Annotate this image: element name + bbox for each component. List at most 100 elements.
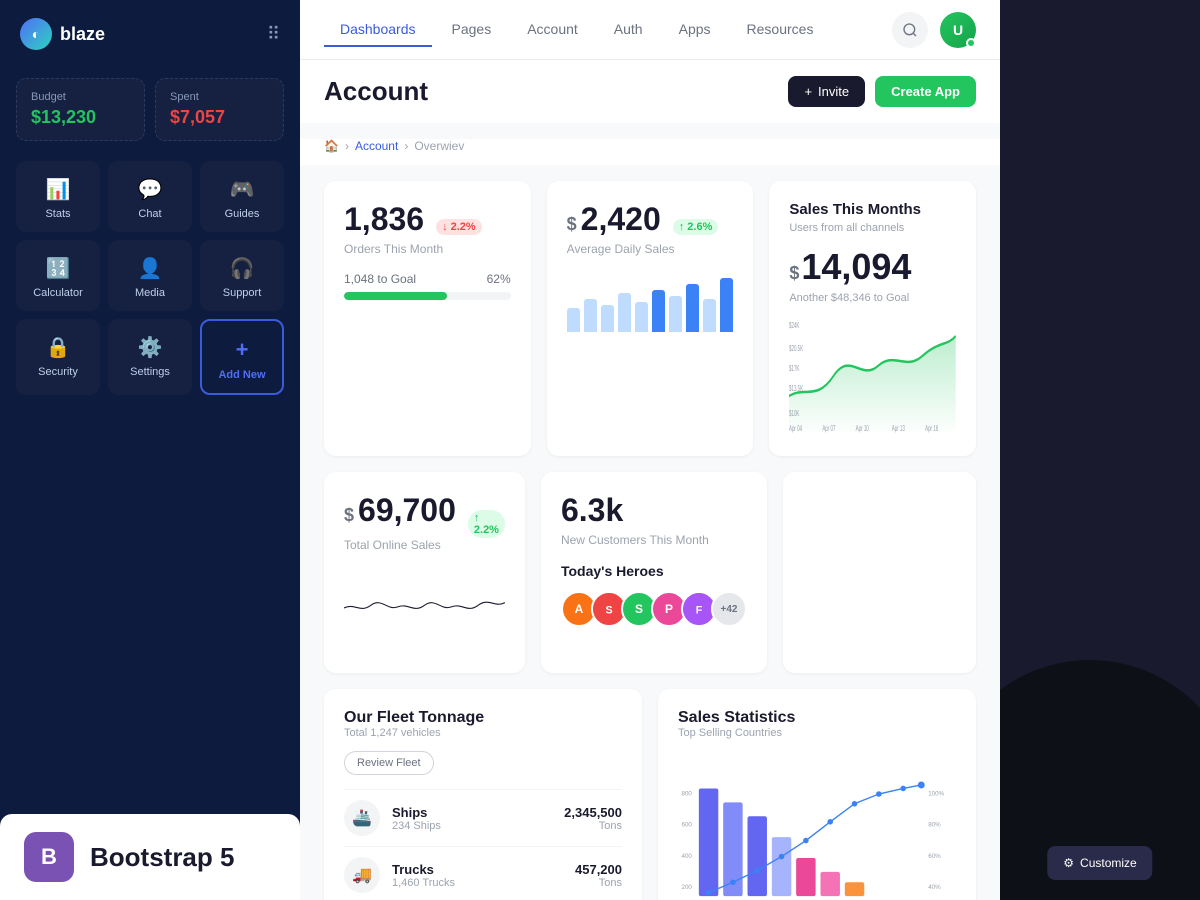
online-sales-label: Total Online Sales bbox=[344, 538, 505, 552]
svg-text:100%: 100% bbox=[928, 790, 944, 797]
ship-name: Ships bbox=[392, 805, 441, 820]
placeholder-card bbox=[783, 472, 976, 673]
daily-sales-value: 2,420 bbox=[581, 201, 661, 238]
daily-sales-label: Average Daily Sales bbox=[567, 242, 734, 256]
tab-apps[interactable]: Apps bbox=[663, 13, 727, 47]
sales-goal: Another $48,346 to Goal bbox=[789, 292, 956, 304]
ship-icon: 🚢 bbox=[344, 800, 380, 836]
nav-chat[interactable]: 💬 Chat bbox=[108, 161, 192, 232]
customize-label: Customize bbox=[1080, 856, 1137, 870]
svg-text:Apr 13: Apr 13 bbox=[892, 425, 905, 434]
daily-sales-card: $ 2,420 ↑ 2.6% Average Daily Sales bbox=[547, 181, 754, 456]
bar-4 bbox=[618, 293, 631, 332]
add-icon: + bbox=[236, 337, 249, 363]
sales-stats-chart: 800 600 400 200 100% 80% 60% 40 bbox=[678, 751, 956, 900]
svg-text:60%: 60% bbox=[928, 853, 941, 860]
nav-add-new[interactable]: + Add New bbox=[200, 319, 284, 395]
customers-header: 6.3k bbox=[561, 492, 747, 533]
nav-media-label: Media bbox=[135, 287, 165, 299]
tab-dashboards[interactable]: Dashboards bbox=[324, 13, 432, 47]
sales-month-value: 14,094 bbox=[801, 246, 911, 288]
breadcrumb: 🏠 › Account › Overwiev bbox=[300, 139, 1000, 165]
svg-text:$24K: $24K bbox=[789, 322, 800, 331]
svg-text:$10K: $10K bbox=[789, 410, 800, 419]
search-button[interactable] bbox=[892, 12, 928, 48]
nav-settings[interactable]: ⚙️ Settings bbox=[108, 319, 192, 395]
progress-label: 1,048 to Goal 62% bbox=[344, 272, 511, 286]
orders-value: 1,836 bbox=[344, 201, 424, 238]
nav-stats-label: Stats bbox=[45, 208, 70, 220]
calculator-icon: 🔢 bbox=[46, 256, 71, 281]
nav-calculator[interactable]: 🔢 Calculator bbox=[16, 240, 100, 311]
tab-pages[interactable]: Pages bbox=[436, 13, 508, 47]
support-icon: 🎧 bbox=[230, 256, 255, 281]
page-actions: + Invite Create App bbox=[788, 76, 976, 107]
orders-header: 1,836 ↓ 2.2% bbox=[344, 201, 511, 242]
fleet-info-ships: Ships 234 Ships bbox=[392, 805, 441, 832]
svg-text:Apr 04: Apr 04 bbox=[789, 425, 802, 434]
nav-chat-label: Chat bbox=[138, 208, 161, 220]
daily-sales-change: ↑ 2.6% bbox=[673, 219, 719, 235]
customers-label: New Customers This Month bbox=[561, 533, 747, 547]
customize-icon: ⚙ bbox=[1063, 856, 1074, 870]
sales-stats-card: Sales Statistics Top Selling Countries 8… bbox=[658, 689, 976, 900]
page-title: Account bbox=[324, 76, 428, 107]
review-fleet-button[interactable]: Review Fleet bbox=[344, 751, 434, 775]
breadcrumb-sep2: › bbox=[404, 139, 408, 153]
bar-7 bbox=[669, 296, 682, 332]
right-panel: ⚙ Customize bbox=[1000, 0, 1200, 900]
sales-stats-sub: Top Selling Countries bbox=[678, 727, 956, 739]
svg-text:$17K: $17K bbox=[789, 365, 800, 374]
svg-text:80%: 80% bbox=[928, 822, 941, 829]
ship-value: 2,345,500 Tons bbox=[564, 805, 622, 832]
ship-count: 234 Ships bbox=[392, 820, 441, 832]
fleet-card: Our Fleet Tonnage Total 1,247 vehicles R… bbox=[324, 689, 642, 900]
svg-text:$20.5K: $20.5K bbox=[789, 345, 804, 354]
ship-unit: Tons bbox=[564, 820, 622, 832]
online-sales-change: ↑ 2.2% bbox=[468, 510, 505, 538]
heroes-avatars: A S S P F +42 bbox=[561, 591, 747, 627]
invite-button[interactable]: + Invite bbox=[788, 76, 865, 107]
stats-row-2: $ 69,700 ↑ 2.2% Total Online Sales 6.3k … bbox=[324, 472, 976, 673]
nav-security[interactable]: 🔒 Security bbox=[16, 319, 100, 395]
nav-media[interactable]: 👤 Media bbox=[108, 240, 192, 311]
user-avatar[interactable]: U bbox=[940, 12, 976, 48]
bar-chart-mini bbox=[567, 272, 734, 332]
sales-month-prefix: $ bbox=[789, 263, 799, 284]
budget-cards: Budget $13,230 Spent $7,057 bbox=[0, 68, 300, 161]
breadcrumb-account[interactable]: Account bbox=[355, 139, 398, 153]
budget-value: $13,230 bbox=[31, 107, 130, 128]
breadcrumb-current: Overwiev bbox=[414, 139, 464, 153]
online-badge bbox=[966, 38, 976, 48]
customize-button[interactable]: ⚙ Customize bbox=[1047, 846, 1152, 880]
orders-card: 1,836 ↓ 2.2% Orders This Month 1,048 to … bbox=[324, 181, 531, 456]
spent-card: Spent $7,057 bbox=[155, 78, 284, 141]
nav-tabs: Dashboards Pages Account Auth Apps Resou… bbox=[324, 13, 829, 47]
nav-add-new-label: Add New bbox=[218, 369, 265, 381]
tab-resources[interactable]: Resources bbox=[731, 13, 830, 47]
stats-icon: 📊 bbox=[46, 177, 71, 202]
truck-value: 457,200 Tons bbox=[575, 862, 622, 889]
bottom-grid: Our Fleet Tonnage Total 1,247 vehicles R… bbox=[324, 689, 976, 900]
menu-icon[interactable]: ⠿ bbox=[267, 24, 280, 45]
bootstrap-badge: B Bootstrap 5 bbox=[0, 814, 300, 900]
stats-row-1: 1,836 ↓ 2.2% Orders This Month 1,048 to … bbox=[324, 181, 976, 456]
page-header: Account + Invite Create App bbox=[300, 60, 1000, 123]
breadcrumb-home[interactable]: 🏠 bbox=[324, 139, 339, 153]
progress-bar-fill bbox=[344, 292, 447, 300]
nav-support[interactable]: 🎧 Support bbox=[200, 240, 284, 311]
bootstrap-label: Bootstrap 5 bbox=[90, 842, 234, 873]
sales-month-card: Sales This Months Users from all channel… bbox=[769, 181, 976, 456]
tab-account[interactable]: Account bbox=[511, 13, 594, 47]
grid-nav: 📊 Stats 💬 Chat 🎮 Guides 🔢 Calculator 👤 M… bbox=[0, 161, 300, 395]
create-app-button[interactable]: Create App bbox=[875, 76, 976, 107]
security-icon: 🔒 bbox=[46, 335, 71, 360]
svg-text:Apr 07: Apr 07 bbox=[823, 425, 836, 434]
nav-guides[interactable]: 🎮 Guides bbox=[200, 161, 284, 232]
svg-text:Apr 10: Apr 10 bbox=[856, 425, 869, 434]
tab-auth[interactable]: Auth bbox=[598, 13, 659, 47]
settings-icon: ⚙️ bbox=[138, 335, 163, 360]
progress-text: 1,048 to Goal bbox=[344, 272, 416, 286]
ship-amount: 2,345,500 bbox=[564, 805, 622, 820]
nav-stats[interactable]: 📊 Stats bbox=[16, 161, 100, 232]
